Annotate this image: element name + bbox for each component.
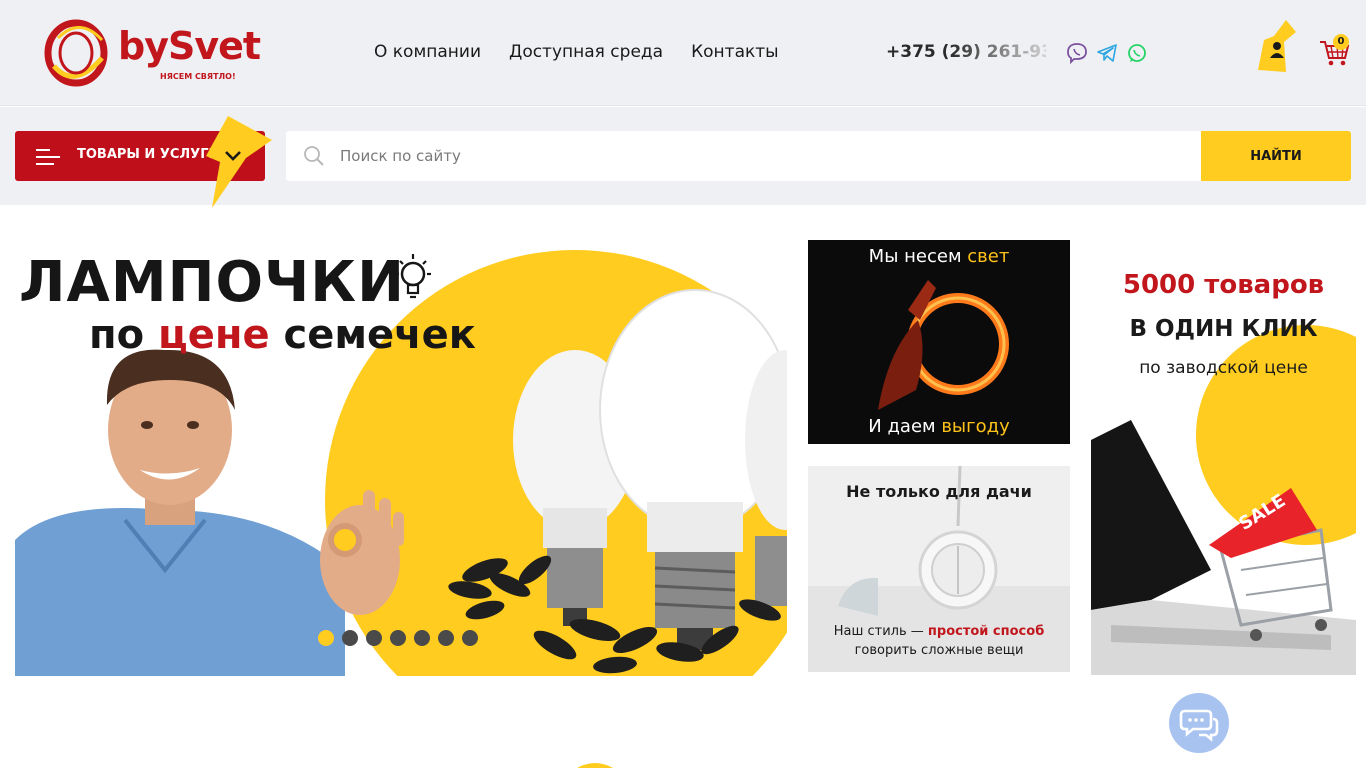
whatsapp-icon[interactable] [1126,42,1148,64]
logo-tagline: НЯСЕМ СВЯТЛО! [160,72,236,81]
logo-swirl-icon [44,19,108,87]
promo-sale-line3: по заводской цене [1139,358,1308,378]
promo-switch-title: Не только для дачи [846,482,1032,501]
slider-dot-3[interactable] [366,630,382,646]
promo-light-bottom-accent: выгоду [941,416,1010,437]
search-icon [304,146,324,166]
main-nav: О компании Доступная среда Контакты [374,42,779,62]
hero-subtitle-pre: по [89,312,159,358]
site-header: bySvet НЯСЕМ СВЯТЛО! О компании Доступна… [0,0,1366,106]
site-logo[interactable]: bySvet НЯСЕМ СВЯТЛО! [44,18,261,88]
nav-link-accessibility[interactable]: Доступная среда [509,42,663,62]
promo-light-top-pre: Мы несем [868,246,968,267]
slider-dot-6[interactable] [438,630,454,646]
light-ring-illustration [878,280,1009,410]
catalog-menu-label: ТОВАРЫ И УСЛУГИ [77,147,220,162]
promo-light-top: Мы несем свет [808,246,1070,267]
search-field [286,131,1201,181]
lightning-chevron-icon[interactable] [200,116,272,210]
hero-title: ЛАМПОЧКИ [19,250,405,315]
chat-widget-button[interactable] [1169,693,1229,753]
promo-light-bottom: И даем выгоду [808,416,1070,437]
menu-lines-icon [36,149,60,165]
promo-sale-line1: 5000 товаров [1122,270,1325,300]
promo-banner-light[interactable]: Мы несем свет И даем выгоду [808,240,1070,444]
chat-bubbles-icon [1179,709,1219,742]
promo-banner-switch[interactable]: Не только для дачи Наш стиль — простой с… [808,466,1070,672]
slider-dots [318,630,478,646]
promo-light-bottom-pre: И даем [868,416,942,437]
promo-switch-caption: Наш стиль — простой способ [808,624,1070,639]
user-icon [1258,20,1296,72]
promo-switch-caption-pre: Наш стиль — [833,624,928,639]
section-deco-icon [577,763,613,768]
slider-dot-5[interactable] [414,630,430,646]
promo-switch-caption-line2: говорить сложные вещи [854,643,1024,658]
hero-subtitle-accent: цене [158,312,270,358]
hero-subtitle: по цене семечек [89,312,476,358]
logo-name: bySvet [118,24,261,68]
promo-switch-caption-accent: простой способ [927,624,1045,639]
search-input[interactable] [340,131,1190,181]
messenger-links [1066,42,1148,65]
nav-link-contacts[interactable]: Контакты [691,42,779,62]
slider-dot-4[interactable] [390,630,406,646]
telegram-icon[interactable] [1096,42,1118,64]
slider-dot-7[interactable] [462,630,478,646]
laptop-sale-illustration [1091,325,1356,675]
slider-dot-2[interactable] [342,630,358,646]
promo-sale-line2: В ОДИН КЛИК [1129,316,1318,342]
hero-subtitle-post: семечек [269,312,476,358]
search-submit-button[interactable]: НАЙТИ [1201,131,1351,181]
promo-light-top-accent: свет [967,246,1010,267]
slider-dot-1[interactable] [318,630,334,646]
lightbulb-icon [395,254,431,299]
promo-banner-sale[interactable]: SALE 5000 товаров В ОДИН КЛИК по заводск… [1091,240,1356,675]
hero-slider[interactable]: ЛАМПОЧКИ по цене семечек [15,240,787,676]
cart-count-badge: 0 [1333,34,1349,50]
viber-icon[interactable] [1066,42,1088,65]
phone-link[interactable]: +375 (29) 261-93-9 [886,42,1046,62]
user-account-button[interactable] [1256,18,1300,74]
nav-link-about[interactable]: О компании [374,42,481,62]
